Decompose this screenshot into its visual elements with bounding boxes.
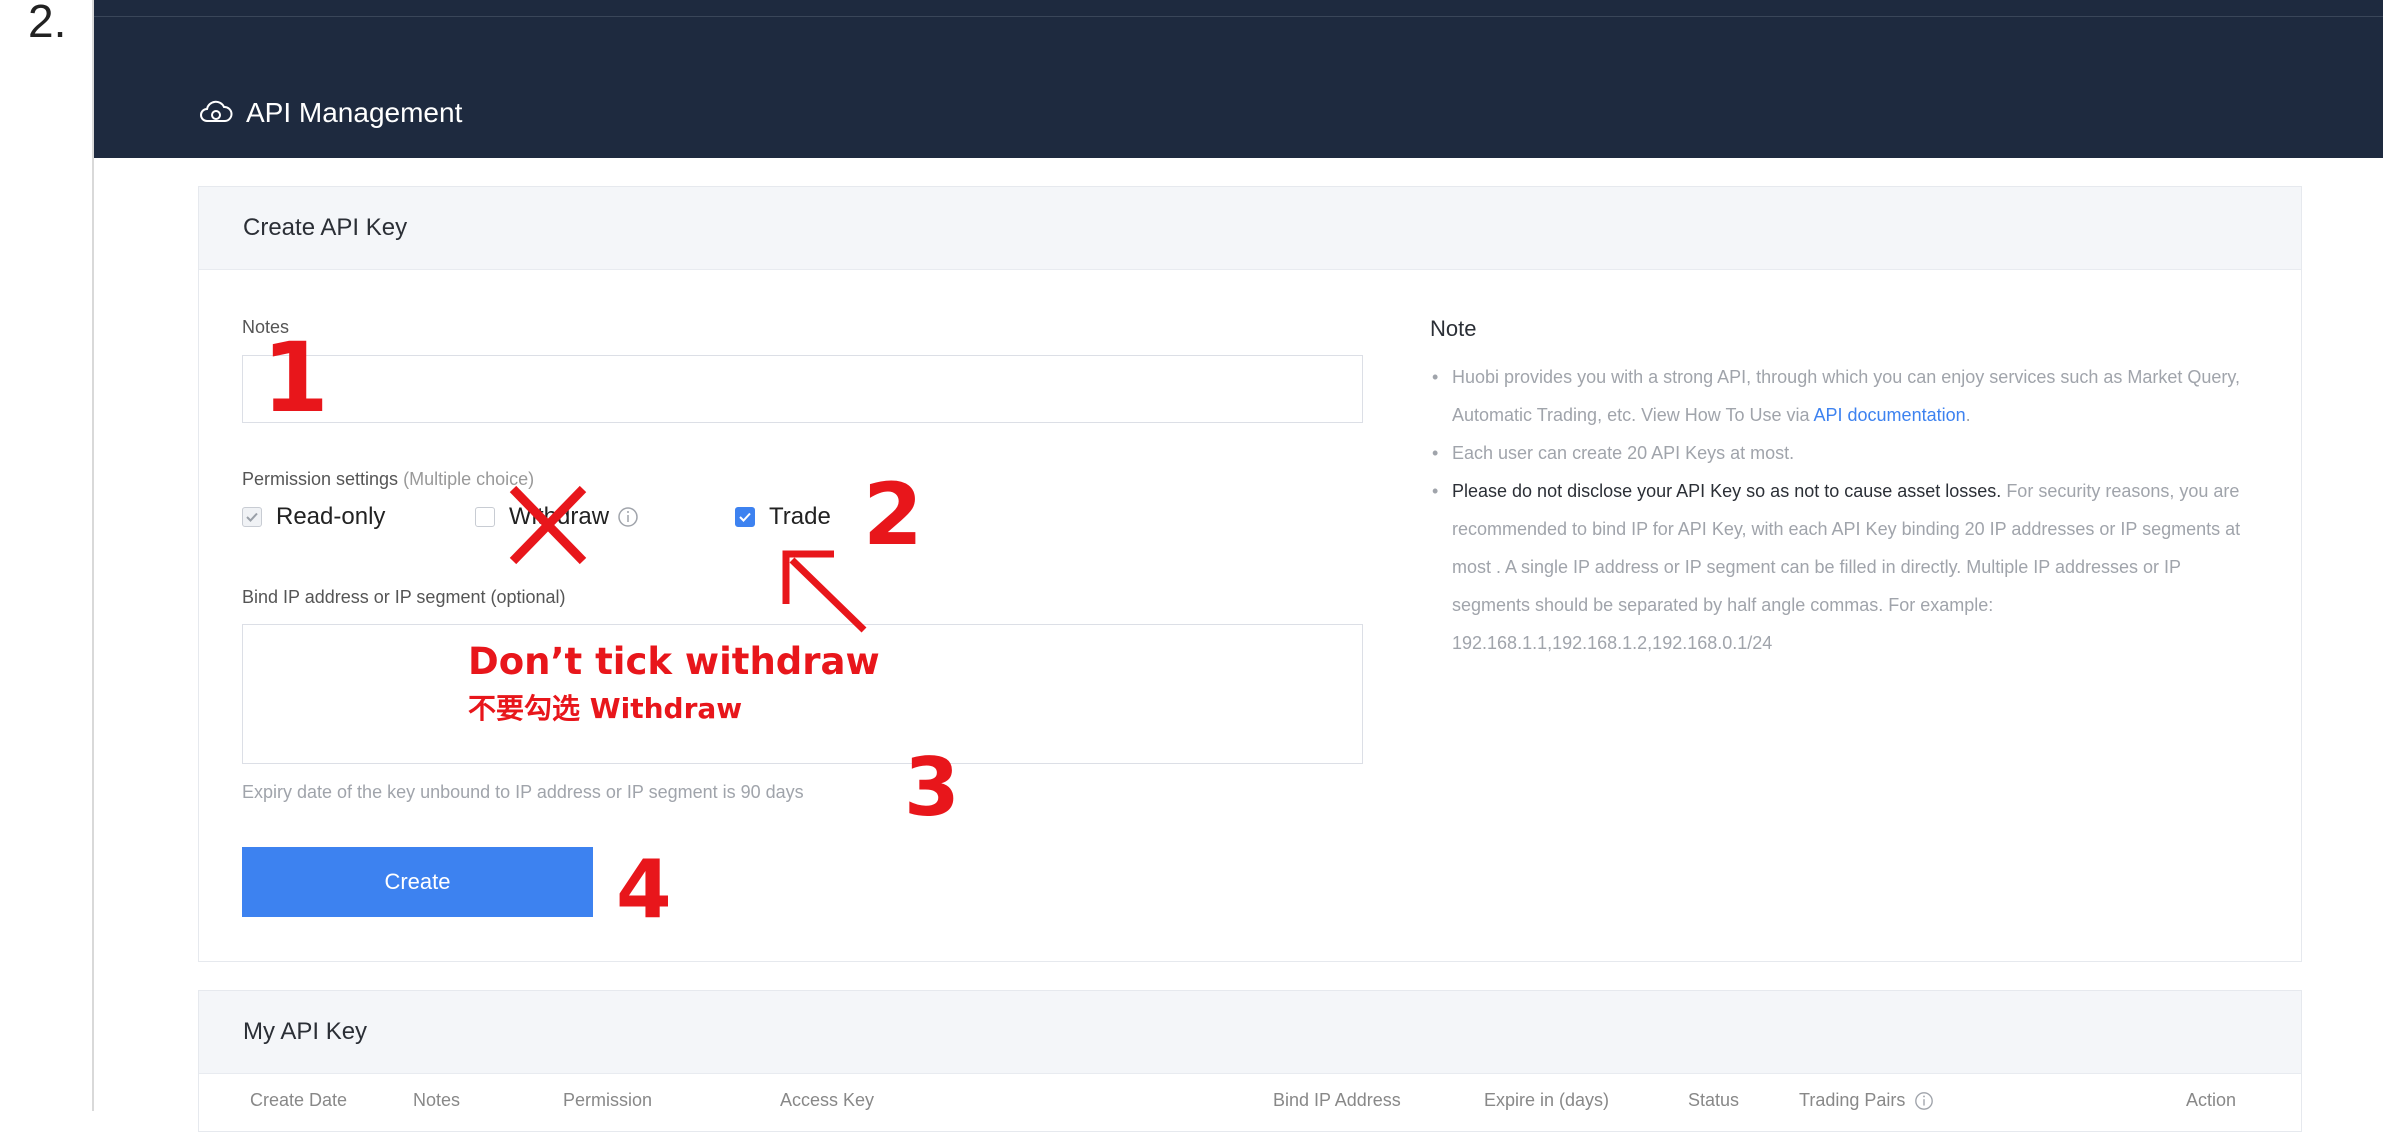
checkbox-checked-icon (242, 507, 262, 527)
my-api-key-title: My API Key (199, 991, 2301, 1074)
cloud-icon (198, 97, 234, 129)
col-trading-pairs-label: Trading Pairs (1799, 1090, 1906, 1110)
info-icon[interactable] (1914, 1091, 1934, 1111)
col-access-key: Access Key (780, 1090, 875, 1110)
note-item-end: . (1965, 405, 1971, 425)
api-documentation-link[interactable]: API documentation (1814, 405, 1966, 425)
create-button[interactable]: Create (242, 847, 593, 917)
col-bind-ip: Bind IP Address (1273, 1090, 1401, 1110)
col-action: Action (2186, 1090, 2237, 1110)
arrow-up-left-icon (780, 550, 870, 641)
warning-text-en: Don’t tick withdraw (468, 640, 880, 683)
note-item-text: Each user can create 20 API Keys at most… (1452, 443, 1795, 463)
note-item: Please do not disclose your API Key so a… (1432, 472, 2252, 662)
notes-input[interactable] (242, 355, 1363, 423)
note-title: Note (1430, 316, 1477, 341)
trade-checkbox[interactable]: Trade (735, 503, 831, 531)
cross-mark-icon (507, 485, 589, 570)
app-window: API Management Create API Key Notes Perm… (92, 0, 2383, 1132)
col-status: Status (1688, 1090, 1740, 1110)
annotation-number-4: 4 (616, 843, 672, 936)
annotation-number-2: 2 (863, 465, 923, 565)
expiry-text: Expiry date of the key unbound to IP add… (242, 782, 804, 802)
permission-label-text: Permission settings (242, 469, 399, 489)
col-permission: Permission (563, 1090, 653, 1110)
annotation-number-1: 1 (262, 322, 329, 434)
readonly-checkbox[interactable]: Read-only (242, 503, 385, 531)
col-trading-pairs: Trading Pairs (1799, 1090, 1934, 1111)
trade-label: Trade (769, 503, 831, 530)
info-icon[interactable] (617, 506, 639, 528)
note-warning-strong: Please do not disclose your API Key so a… (1452, 481, 2002, 501)
col-create-date: Create Date (250, 1090, 348, 1110)
header-divider (94, 16, 2383, 17)
col-notes: Notes (413, 1090, 461, 1110)
note-item-text: For security reasons, you are recommende… (1452, 481, 2241, 653)
checkbox-checked-icon (735, 507, 755, 527)
page-title-wrap: API Management (198, 97, 462, 129)
page-title: API Management (246, 97, 463, 128)
top-header: API Management (94, 0, 2383, 158)
note-item: Each user can create 20 API Keys at most… (1432, 434, 2252, 472)
create-card-title: Create API Key (199, 187, 2301, 270)
step-label: 2. (28, 0, 67, 47)
warning-text-zh: 不要勾选 Withdraw (468, 692, 743, 725)
checkbox-unchecked-icon (475, 507, 495, 527)
annotation-number-3: 3 (904, 741, 960, 834)
readonly-label: Read-only (276, 503, 386, 530)
note-list: Huobi provides you with a strong API, th… (1432, 358, 2252, 662)
bind-ip-label: Bind IP address or IP segment (optional) (242, 587, 566, 607)
note-item: Huobi provides you with a strong API, th… (1432, 358, 2252, 434)
permission-settings-label: Permission settings (Multiple choice) (242, 469, 534, 490)
col-expire: Expire in (days) (1484, 1090, 1610, 1110)
